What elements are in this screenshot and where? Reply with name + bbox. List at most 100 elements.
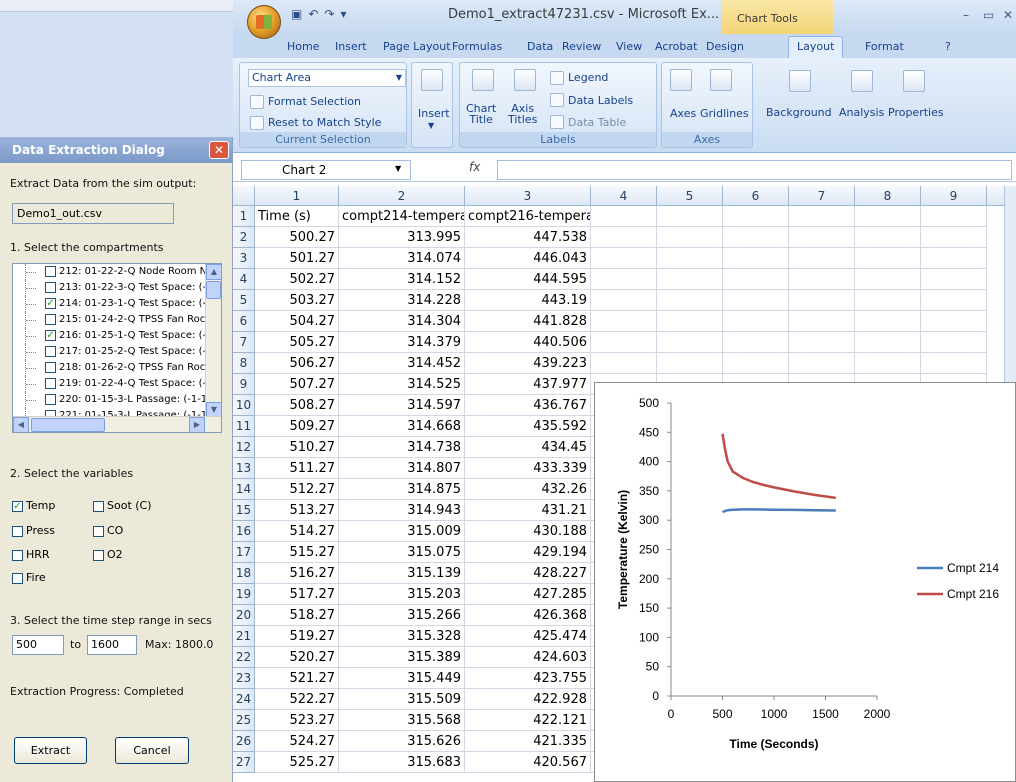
- quick-access-toolbar[interactable]: ▣↶↷▾: [291, 7, 353, 21]
- row-header[interactable]: 24: [233, 689, 255, 710]
- insert-icon[interactable]: [421, 69, 443, 91]
- checkbox-icon[interactable]: [45, 265, 56, 277]
- table-cell[interactable]: 434.45: [465, 437, 591, 458]
- table-cell[interactable]: 441.828: [465, 311, 591, 332]
- row-header[interactable]: 20: [233, 605, 255, 626]
- tab-acrobat[interactable]: Acrobat: [655, 40, 697, 53]
- table-cell[interactable]: [921, 332, 987, 353]
- table-cell[interactable]: [723, 206, 789, 227]
- table-cell[interactable]: [855, 311, 921, 332]
- table-cell[interactable]: 314.228: [339, 290, 465, 311]
- table-cell[interactable]: [723, 332, 789, 353]
- analysis-button[interactable]: Analysis: [839, 106, 884, 119]
- column-header[interactable]: 7: [789, 186, 855, 206]
- table-cell[interactable]: [789, 311, 855, 332]
- table-cell[interactable]: 446.043: [465, 248, 591, 269]
- table-cell[interactable]: [657, 311, 723, 332]
- axes-button[interactable]: Axes: [670, 107, 696, 120]
- table-cell[interactable]: 512.27: [255, 479, 339, 500]
- table-cell[interactable]: [855, 269, 921, 290]
- gridlines-icon[interactable]: [710, 69, 732, 91]
- table-cell[interactable]: [591, 248, 657, 269]
- cancel-button[interactable]: Cancel: [115, 737, 189, 764]
- table-cell[interactable]: [657, 290, 723, 311]
- reset-style-button[interactable]: Reset to Match Style: [268, 116, 381, 129]
- table-cell[interactable]: [723, 311, 789, 332]
- table-cell[interactable]: [789, 206, 855, 227]
- table-cell[interactable]: 505.27: [255, 332, 339, 353]
- fx-icon[interactable]: fx: [469, 160, 480, 174]
- table-cell[interactable]: [657, 248, 723, 269]
- axis-titles-button[interactable]: Axis Titles: [508, 103, 537, 125]
- table-cell[interactable]: [723, 290, 789, 311]
- table-cell[interactable]: 506.27: [255, 353, 339, 374]
- table-cell[interactable]: 314.597: [339, 395, 465, 416]
- table-cell[interactable]: 314.379: [339, 332, 465, 353]
- time-to-input[interactable]: 1600: [87, 635, 137, 655]
- table-cell[interactable]: [591, 227, 657, 248]
- row-header[interactable]: 12: [233, 437, 255, 458]
- row-header[interactable]: 4: [233, 269, 255, 290]
- table-cell[interactable]: [855, 332, 921, 353]
- hscroll-thumb[interactable]: [31, 418, 105, 432]
- o2-checkbox[interactable]: O2: [93, 548, 123, 561]
- table-cell[interactable]: 315.683: [339, 752, 465, 773]
- table-cell[interactable]: [855, 227, 921, 248]
- properties-button[interactable]: Properties: [888, 106, 944, 119]
- scroll-left-icon[interactable]: ◀: [13, 417, 29, 432]
- table-cell[interactable]: [591, 353, 657, 374]
- row-header[interactable]: 8: [233, 353, 255, 374]
- checkbox-icon[interactable]: [45, 393, 56, 405]
- table-cell[interactable]: 522.27: [255, 689, 339, 710]
- undo-icon[interactable]: ↶: [308, 7, 324, 21]
- table-cell[interactable]: [657, 227, 723, 248]
- checkbox-icon[interactable]: [45, 313, 56, 325]
- table-cell[interactable]: [855, 290, 921, 311]
- table-cell[interactable]: [591, 269, 657, 290]
- column-header[interactable]: 1: [255, 186, 339, 206]
- tab-formulas[interactable]: Formulas: [452, 40, 502, 53]
- table-cell[interactable]: 433.339: [465, 458, 591, 479]
- redo-icon[interactable]: ↷: [324, 7, 340, 21]
- list-horizontal-scrollbar[interactable]: ◀ ▶: [13, 416, 221, 432]
- checkbox-icon[interactable]: [45, 361, 56, 373]
- table-cell[interactable]: compt216-temperature: [465, 206, 591, 227]
- table-cell[interactable]: 443.19: [465, 290, 591, 311]
- table-cell[interactable]: 428.227: [465, 563, 591, 584]
- table-cell[interactable]: [657, 269, 723, 290]
- table-cell[interactable]: 314.943: [339, 500, 465, 521]
- tab-home[interactable]: Home: [287, 40, 319, 53]
- row-header[interactable]: 13: [233, 458, 255, 479]
- dialog-titlebar[interactable]: Data Extraction Dialog ✕: [0, 137, 232, 163]
- tab-layout[interactable]: Layout: [788, 36, 844, 58]
- time-from-input[interactable]: 500: [12, 635, 64, 655]
- table-cell[interactable]: 507.27: [255, 374, 339, 395]
- axes-icon[interactable]: [670, 69, 692, 91]
- table-cell[interactable]: [921, 206, 987, 227]
- table-cell[interactable]: 314.452: [339, 353, 465, 374]
- column-header[interactable]: 3: [465, 186, 591, 206]
- table-cell[interactable]: 314.875: [339, 479, 465, 500]
- fire-checkbox[interactable]: Fire: [12, 571, 46, 584]
- data-labels-button[interactable]: Data Labels: [568, 94, 633, 107]
- table-cell[interactable]: [723, 248, 789, 269]
- format-selection-button[interactable]: Format Selection: [268, 95, 361, 108]
- table-cell[interactable]: 509.27: [255, 416, 339, 437]
- table-cell[interactable]: [855, 353, 921, 374]
- tab-insert[interactable]: Insert: [335, 40, 367, 53]
- axis-titles-icon[interactable]: [514, 69, 536, 91]
- background-button[interactable]: Background: [766, 106, 832, 119]
- table-cell[interactable]: 525.27: [255, 752, 339, 773]
- table-cell[interactable]: [657, 353, 723, 374]
- row-header[interactable]: 22: [233, 647, 255, 668]
- table-cell[interactable]: 508.27: [255, 395, 339, 416]
- table-cell[interactable]: 516.27: [255, 563, 339, 584]
- table-cell[interactable]: 519.27: [255, 626, 339, 647]
- table-cell[interactable]: 314.668: [339, 416, 465, 437]
- office-button[interactable]: [247, 5, 281, 39]
- minimize-icon[interactable]: –: [963, 8, 969, 22]
- table-cell[interactable]: [855, 206, 921, 227]
- analysis-icon[interactable]: [851, 70, 873, 92]
- table-cell[interactable]: 520.27: [255, 647, 339, 668]
- scroll-up-icon[interactable]: ▲: [206, 264, 221, 280]
